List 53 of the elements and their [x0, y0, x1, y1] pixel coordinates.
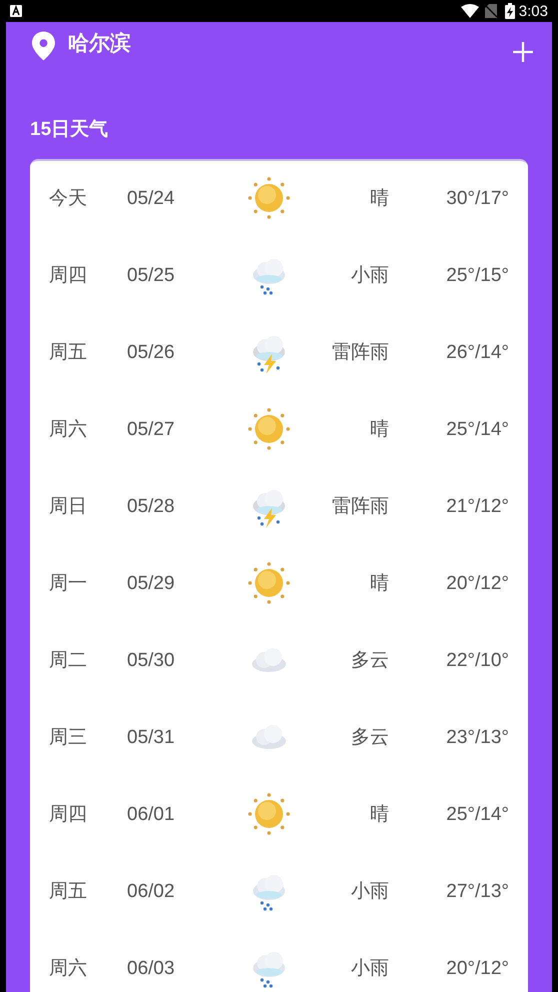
day-label: 周日	[49, 494, 88, 519]
date-label: 05/30	[127, 648, 176, 673]
day-label: 今天	[49, 186, 88, 211]
weather-condition: 晴	[369, 802, 389, 827]
weather-condition: 小雨	[350, 264, 389, 288]
weather-condition: 小雨	[350, 880, 389, 904]
location-pin-icon[interactable]	[32, 31, 55, 61]
temperature-range: 25°/14°	[445, 418, 509, 442]
date-label: 05/28	[127, 494, 176, 519]
weather-condition: 晴	[369, 572, 389, 596]
date-label: 06/02	[127, 880, 176, 904]
date-label: 05/24	[127, 186, 176, 211]
no-sim-icon	[484, 4, 497, 18]
date-label: 05/25	[127, 264, 176, 288]
weather-condition: 雷阵雨	[331, 340, 389, 365]
plus-icon	[513, 42, 533, 62]
day-label: 周五	[49, 880, 88, 904]
battery-charging-icon	[504, 3, 515, 19]
weather-condition: 雷阵雨	[331, 494, 389, 519]
day-label: 周三	[49, 726, 88, 750]
weather-condition: 小雨	[350, 956, 389, 981]
clock-time: 3:03	[518, 4, 548, 18]
temperature-range: 20°/12°	[445, 572, 509, 596]
date-label: 05/26	[127, 340, 176, 365]
temperature-range: 27°/13°	[445, 880, 509, 904]
day-label: 周五	[49, 340, 88, 365]
day-label: 周二	[49, 648, 88, 673]
day-label: 周四	[49, 264, 88, 288]
weather-condition: 多云	[350, 648, 389, 673]
temperature-range: 25°/14°	[445, 802, 509, 827]
day-label: 周一	[49, 572, 88, 596]
weather-condition: 多云	[350, 726, 389, 750]
temperature-range: 25°/15°	[445, 264, 509, 288]
date-label: 06/03	[127, 956, 176, 981]
temperature-range: 30°/17°	[445, 186, 509, 211]
temperature-range: 21°/12°	[445, 494, 509, 519]
day-label: 周六	[49, 956, 88, 981]
section-title: 15日天气	[30, 118, 110, 142]
date-label: 06/01	[127, 802, 176, 827]
temperature-range: 20°/12°	[445, 956, 509, 981]
temperature-range: 23°/13°	[445, 726, 509, 750]
weather-condition: 晴	[369, 186, 389, 211]
notification-icon	[10, 5, 22, 17]
wifi-icon	[460, 4, 479, 18]
temperature-range: 26°/14°	[445, 340, 509, 365]
city-name: 哈尔滨	[68, 30, 131, 58]
date-label: 05/27	[127, 418, 176, 442]
weather-condition: 晴	[369, 418, 389, 442]
day-label: 周四	[49, 802, 88, 827]
date-label: 05/29	[127, 572, 176, 596]
temperature-range: 22°/10°	[445, 648, 509, 673]
day-label: 周六	[49, 418, 88, 442]
date-label: 05/31	[127, 726, 176, 750]
